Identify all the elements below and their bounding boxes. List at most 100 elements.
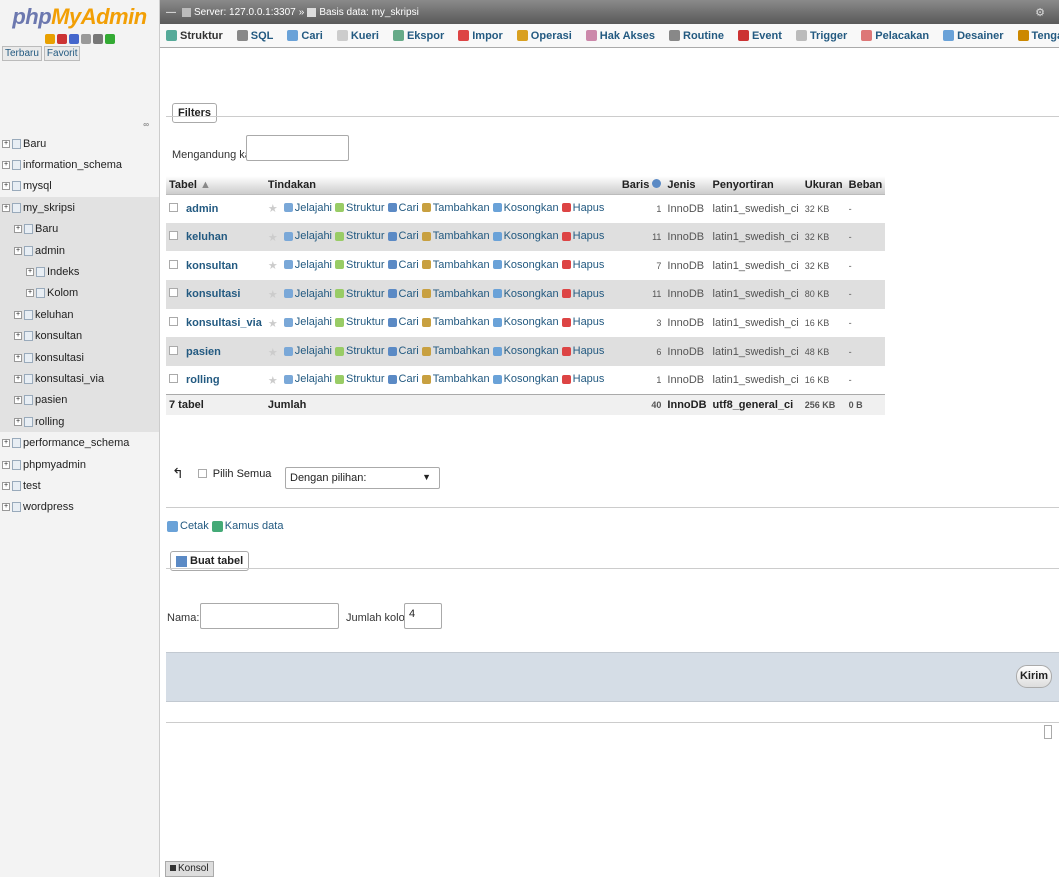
info-icon[interactable] [652,178,662,188]
expand-icon[interactable]: + [14,374,22,383]
expand-icon[interactable]: + [2,161,10,170]
action-search[interactable]: Cari [387,316,419,328]
action-empty[interactable]: Kosongkan [492,345,559,357]
submit-button[interactable]: Kirim [1016,665,1052,688]
action-browse[interactable]: Jelajahi [283,259,332,271]
table-name-link[interactable]: keluhan [186,231,228,243]
expand-icon[interactable]: + [14,417,22,426]
action-search[interactable]: Cari [387,345,419,357]
action-empty[interactable]: Kosongkan [492,373,559,385]
expand-icon[interactable]: + [14,310,22,319]
action-structure[interactable]: Struktur [335,202,385,214]
action-empty[interactable]: Kosongkan [492,202,559,214]
table-name-link[interactable]: pasien [186,346,221,358]
tree-item-baru[interactable]: + Baru [0,218,159,240]
row-checkbox[interactable] [169,317,178,327]
action-empty[interactable]: Kosongkan [492,288,559,300]
row-checkbox[interactable] [169,345,178,355]
action-empty[interactable]: Kosongkan [492,230,559,242]
row-checkbox[interactable] [169,202,178,212]
with-selected-select[interactable]: Dengan pilihan: ▼ [285,467,440,489]
action-browse[interactable]: Jelajahi [283,288,332,300]
tree-item-test[interactable]: + test [0,475,159,496]
tree-item-rolling[interactable]: + rolling [0,411,159,433]
expand-icon[interactable]: + [26,268,34,277]
action-drop[interactable]: Hapus [561,202,604,214]
tab-struktur[interactable]: Struktur [166,30,223,42]
tree-item-mysql[interactable]: + mysql [0,176,159,197]
expand-icon[interactable]: + [2,503,10,512]
action-structure[interactable]: Struktur [335,373,385,385]
tree-item-wordpress[interactable]: + wordpress [0,497,159,518]
favorite-star-icon[interactable]: ★ [268,289,278,301]
reload-icon[interactable] [104,34,115,44]
tab-favorite[interactable]: Favorit [43,46,81,61]
action-insert[interactable]: Tambahkan [421,316,490,328]
action-drop[interactable]: Hapus [561,259,604,271]
tree-item-keluhan[interactable]: + keluhan [0,304,159,326]
action-structure[interactable]: Struktur [335,316,385,328]
action-browse[interactable]: Jelajahi [283,230,332,242]
breadcrumb-database[interactable]: Basis data: my_skripsi [319,7,418,18]
action-search[interactable]: Cari [387,230,419,242]
tab-recent[interactable]: Terbaru [2,46,42,61]
tree-item-konsultan[interactable]: + konsultan [0,325,159,347]
row-checkbox[interactable] [169,288,178,298]
action-insert[interactable]: Tambahkan [421,345,490,357]
action-drop[interactable]: Hapus [561,373,604,385]
th-type[interactable]: Jenis [664,176,710,195]
action-structure[interactable]: Struktur [335,259,385,271]
favorite-star-icon[interactable]: ★ [268,232,278,244]
tree-item-phpmyadmin[interactable]: + phpmyadmin [0,454,159,475]
action-insert[interactable]: Tambahkan [421,288,490,300]
favorite-star-icon[interactable]: ★ [268,203,278,215]
row-checkbox[interactable] [169,231,178,241]
check-all-label[interactable]: Pilih Semua [213,468,272,480]
action-search[interactable]: Cari [387,259,419,271]
tab-ekspor[interactable]: Ekspor [392,30,444,42]
action-search[interactable]: Cari [387,373,419,385]
tree-item-indeks[interactable]: + Indeks [0,261,159,283]
expand-icon[interactable]: + [14,353,22,362]
tab-operasi[interactable]: Operasi [516,30,572,42]
collapse-icon[interactable]: — [166,7,176,18]
help-icon[interactable] [68,34,79,44]
action-structure[interactable]: Struktur [335,288,385,300]
action-empty[interactable]: Kosongkan [492,259,559,271]
expand-icon[interactable]: + [14,225,22,234]
action-browse[interactable]: Jelajahi [283,202,332,214]
tab-kueri[interactable]: Kueri [336,30,379,42]
tab-cari[interactable]: Cari [287,30,323,42]
phpmyadmin-logo[interactable]: phpMyAdmin [0,0,159,30]
action-insert[interactable]: Tambahkan [421,202,490,214]
favorite-star-icon[interactable]: ★ [268,375,278,387]
row-checkbox[interactable] [169,259,178,269]
dictionary-link[interactable]: Kamus data [225,520,284,532]
settings-icon[interactable] [92,34,103,44]
tree-item-information-schema[interactable]: + information_schema [0,154,159,175]
action-empty[interactable]: Kosongkan [492,316,559,328]
tree-item-my-skripsi[interactable]: + my_skripsi [0,197,159,219]
action-insert[interactable]: Tambahkan [421,373,490,385]
tab-event[interactable]: Event [737,30,782,42]
action-drop[interactable]: Hapus [561,230,604,242]
action-structure[interactable]: Struktur [335,345,385,357]
expand-icon[interactable]: + [2,182,10,191]
action-structure[interactable]: Struktur [335,230,385,242]
tree-item-konsultasi-via[interactable]: + konsultasi_via [0,368,159,390]
tab-tengah-kolom[interactable]: Tengah kolom [1017,30,1059,42]
action-drop[interactable]: Hapus [561,345,604,357]
page-icon[interactable] [1044,725,1052,739]
link-with-main-icon[interactable]: ∞ [143,120,149,129]
tab-trigger[interactable]: Trigger [795,30,847,42]
breadcrumb-server[interactable]: Server: 127.0.0.1:3307 [194,7,296,18]
expand-icon[interactable]: + [26,289,34,298]
action-search[interactable]: Cari [387,202,419,214]
th-size[interactable]: Ukuran [801,176,846,195]
action-drop[interactable]: Hapus [561,316,604,328]
th-overhead[interactable]: Beban [845,176,886,195]
tab-pelacakan[interactable]: Pelacakan [861,30,929,42]
expand-icon[interactable]: + [14,396,22,405]
tree-item-admin[interactable]: + admin [0,239,159,262]
console-button[interactable]: Konsol [165,861,214,877]
